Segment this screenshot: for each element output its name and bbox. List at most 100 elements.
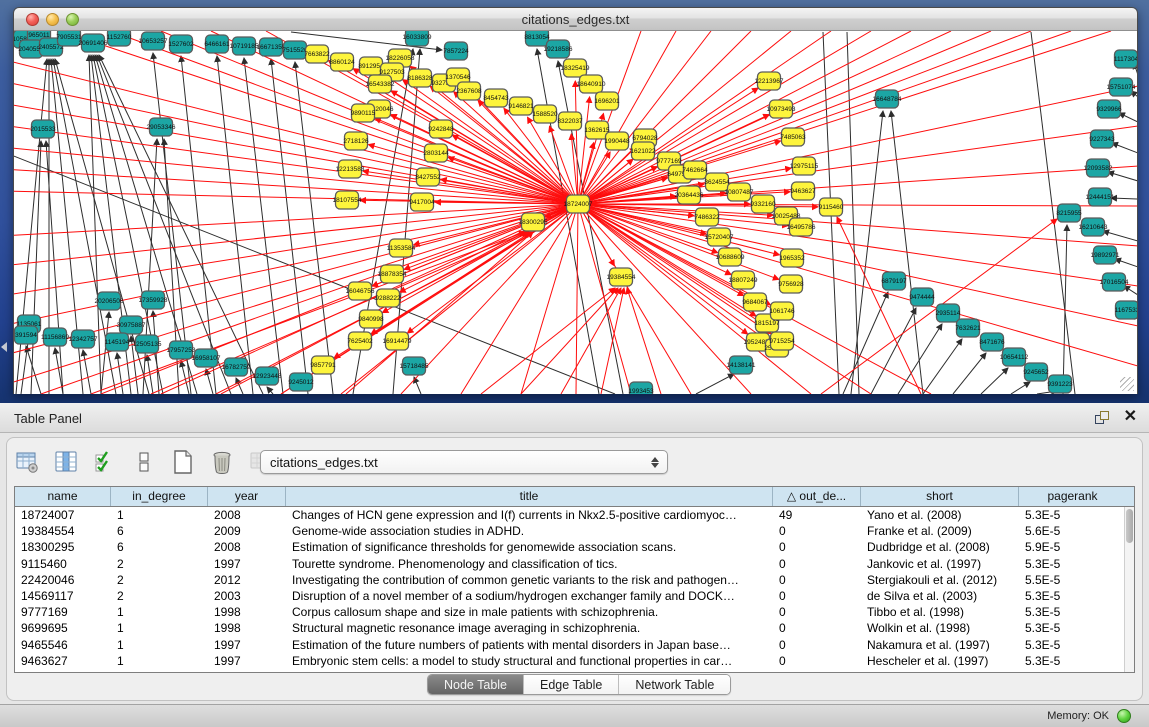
- column-header-pagerank[interactable]: pagerank: [1019, 487, 1126, 506]
- table-row[interactable]: 1938455462009Genome-wide association stu…: [15, 523, 1134, 539]
- float-panel-icon[interactable]: [1095, 411, 1109, 425]
- table-row[interactable]: 977716911998Corpus callosum shape and si…: [15, 604, 1134, 620]
- graph-node[interactable]: 18878354: [378, 265, 407, 283]
- graph-edge[interactable]: [578, 31, 1111, 204]
- graph-node[interactable]: 9332160: [750, 195, 776, 213]
- graph-node[interactable]: 9115460: [819, 198, 844, 216]
- graph-node[interactable]: 16782759: [222, 358, 251, 376]
- graph-node[interactable]: 9463627: [790, 182, 816, 200]
- graph-edge[interactable]: [981, 368, 1008, 394]
- graph-node[interactable]: 17359928: [139, 291, 168, 309]
- graph-node[interactable]: 19218586: [544, 40, 573, 58]
- graph-node[interactable]: 18807249: [729, 271, 758, 289]
- graph-node[interactable]: 9890115: [351, 104, 376, 122]
- column-header-out_de[interactable]: △ out_de...: [773, 487, 861, 506]
- memory-status-indicator[interactable]: [1117, 709, 1131, 723]
- table-scrollbar[interactable]: [1124, 507, 1134, 672]
- graph-edge[interactable]: [117, 353, 123, 394]
- graph-node[interactable]: 9756928: [778, 275, 804, 293]
- graph-edge[interactable]: [923, 339, 962, 394]
- graph-edge[interactable]: [1119, 113, 1137, 122]
- table-row[interactable]: 1830029562008Estimation of significance …: [15, 539, 1134, 555]
- graph-node[interactable]: 16543382: [366, 75, 395, 93]
- graph-edge[interactable]: [14, 169, 578, 204]
- graph-node[interactable]: 10807487: [725, 183, 754, 201]
- network-canvas[interactable]: 1058538965011204055324055727905531206914…: [14, 31, 1137, 394]
- graph-node[interactable]: 10688609: [716, 248, 745, 266]
- graph-node[interactable]: 2935114: [936, 304, 961, 322]
- graph-node[interactable]: 1993453: [628, 382, 654, 394]
- graph-node[interactable]: 391594: [15, 326, 38, 344]
- graph-node[interactable]: 9840998: [358, 310, 384, 328]
- graph-edge[interactable]: [363, 171, 578, 204]
- graph-node[interactable]: 19892971: [1091, 246, 1120, 264]
- graph-node[interactable]: 9417004: [409, 193, 435, 211]
- show-column-icon[interactable]: [53, 449, 79, 475]
- table-row[interactable]: 969969511998Structural magnetic resonanc…: [15, 620, 1134, 636]
- graph-node[interactable]: 10719185: [230, 37, 259, 55]
- delete-column-icon[interactable]: [209, 449, 235, 475]
- graph-node[interactable]: 6466161: [204, 35, 230, 53]
- row-selection-icon[interactable]: [131, 449, 157, 475]
- graph-node[interactable]: 2015533: [30, 120, 56, 138]
- table-row[interactable]: 946362711997Embryonic stem cells: a mode…: [15, 653, 1134, 669]
- graph-node[interactable]: 20364436: [675, 186, 704, 204]
- graph-node[interactable]: 1621022: [630, 142, 656, 160]
- network-window-titlebar[interactable]: citations_edges.txt: [14, 8, 1137, 31]
- graph-node[interactable]: 9391223: [1047, 375, 1073, 393]
- graph-edge[interactable]: [843, 292, 888, 394]
- graph-node[interactable]: 7486322: [694, 208, 720, 226]
- graph-node[interactable]: 7485063: [780, 128, 806, 146]
- graph-edge[interactable]: [271, 59, 308, 394]
- graph-node[interactable]: 1061746: [769, 302, 795, 320]
- graph-node[interactable]: 16648784: [873, 90, 902, 108]
- graph-edge[interactable]: [26, 346, 41, 394]
- graph-node[interactable]: 15751074: [1107, 78, 1136, 96]
- graph-node[interactable]: 2803144: [423, 144, 449, 162]
- graph-edge[interactable]: [578, 204, 779, 279]
- graph-node[interactable]: 2367608: [456, 82, 482, 100]
- graph-node[interactable]: 1152760: [107, 31, 132, 46]
- graph-node[interactable]: 1527602: [168, 35, 194, 53]
- graph-node[interactable]: 16210643: [1079, 218, 1108, 236]
- column-header-short[interactable]: short: [861, 487, 1019, 506]
- graph-node[interactable]: 18300295: [519, 213, 548, 231]
- graph-node[interactable]: 8860124: [329, 53, 355, 71]
- graph-node[interactable]: 12923448: [253, 367, 282, 385]
- graph-node[interactable]: 20691406: [79, 34, 108, 52]
- table-row[interactable]: 2242004622012Investigating the contribut…: [15, 572, 1134, 588]
- close-panel-icon[interactable]: ✕: [1124, 408, 1137, 426]
- graph-node[interactable]: 18325419: [561, 59, 590, 77]
- graph-node[interactable]: 2718126: [343, 132, 369, 150]
- graph-node[interactable]: 1696201: [594, 92, 620, 110]
- graph-node[interactable]: 16033809: [403, 31, 432, 46]
- graph-node[interactable]: 1965352: [779, 249, 805, 267]
- graph-node[interactable]: 9474444: [909, 288, 935, 306]
- graph-edge[interactable]: [91, 232, 525, 394]
- graph-node[interactable]: 9684067: [742, 293, 768, 311]
- graph-node[interactable]: 1145194: [105, 333, 130, 351]
- graph-node[interactable]: 7625402: [347, 332, 373, 350]
- table-row[interactable]: 1456911722003Disruption of a novel membe…: [15, 588, 1134, 604]
- graph-node[interactable]: 12093582: [1084, 159, 1113, 177]
- graph-node[interactable]: 29053346: [147, 118, 176, 136]
- graph-edge[interactable]: [1111, 198, 1137, 199]
- citation-graph[interactable]: 1058538965011204055324055727905531206914…: [14, 31, 1137, 394]
- table-selector-dropdown[interactable]: citations_edges.txt: [260, 450, 668, 474]
- graph-edge[interactable]: [1112, 143, 1137, 153]
- graph-edge[interactable]: [244, 58, 283, 394]
- graph-node[interactable]: 9227343: [1089, 130, 1115, 148]
- graph-edge[interactable]: [407, 204, 578, 333]
- column-header-year[interactable]: year: [208, 487, 286, 506]
- graph-node[interactable]: 10654112: [1000, 348, 1029, 366]
- table-row[interactable]: 946554611997Estimation of the future num…: [15, 637, 1134, 653]
- graph-node[interactable]: 12444151: [1086, 188, 1115, 206]
- column-header-title[interactable]: title: [286, 487, 773, 506]
- graph-edge[interactable]: [1011, 382, 1030, 394]
- graph-node[interactable]: 8471676: [979, 333, 1005, 351]
- graph-edge[interactable]: [83, 350, 91, 394]
- graph-node[interactable]: 18107554: [333, 191, 362, 209]
- graph-node[interactable]: 14138141: [727, 356, 756, 374]
- graph-node[interactable]: 9242848: [428, 120, 454, 138]
- graph-node[interactable]: 7632621: [955, 319, 981, 337]
